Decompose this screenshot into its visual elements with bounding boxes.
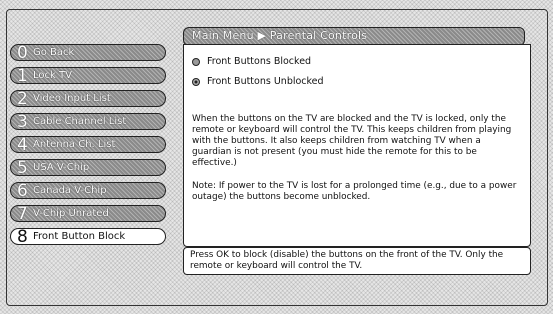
radio-selected-icon (192, 77, 200, 86)
help-panel: Press OK to block (disable) the buttons … (183, 247, 531, 275)
menu-item-number: 7 (17, 204, 28, 224)
menu-item-number: 5 (17, 158, 28, 178)
menu-item-label: Front Button Block (33, 231, 126, 242)
menu-item-video-input-list[interactable]: 2 Video Input List (10, 89, 166, 109)
menu-item-label: USA V-Chip (33, 162, 90, 173)
content-panel: Front Buttons Blocked Front Buttons Unbl… (183, 44, 531, 247)
option-label: Front Buttons Unblocked (207, 76, 324, 87)
menu-item-label: Antenna Ch. List (33, 139, 116, 150)
menu-item-number: 6 (17, 181, 28, 201)
description-text: When the buttons on the TV are blocked a… (192, 114, 512, 168)
menu-item-label: Canada V-Chip (33, 185, 107, 196)
option-front-buttons-unblocked[interactable]: Front Buttons Unblocked (192, 76, 324, 87)
note-text: Note: If power to the TV is lost for a p… (192, 181, 517, 202)
menu-item-number: 4 (17, 135, 28, 155)
menu-item-number: 3 (17, 112, 28, 132)
menu-item-lock-tv[interactable]: 1 Lock TV (10, 66, 166, 86)
menu-item-number: 8 (17, 227, 28, 247)
menu-item-go-back[interactable]: 0 Go Back (10, 43, 166, 63)
option-label: Front Buttons Blocked (207, 56, 312, 67)
help-text: Press OK to block (disable) the buttons … (190, 250, 504, 271)
menu-item-front-button-block[interactable]: 8 Front Button Block (10, 227, 166, 247)
menu-item-label: Lock TV (33, 70, 72, 81)
menu-item-number: 0 (17, 43, 28, 63)
menu-item-antenna-ch-list[interactable]: 4 Antenna Ch. List (10, 135, 166, 155)
menu-item-number: 2 (17, 89, 28, 109)
menu-item-cable-channel-list[interactable]: 3 Cable Channel List (10, 112, 166, 132)
option-front-buttons-blocked[interactable]: Front Buttons Blocked (192, 56, 311, 67)
menu-item-v-chip-unrated[interactable]: 7 V-Chip Unrated (10, 204, 166, 224)
menu-item-label: Video Input List (33, 93, 111, 104)
menu-item-label: Go Back (33, 47, 75, 58)
menu-item-label: V-Chip Unrated (33, 208, 109, 219)
menu-item-canada-v-chip[interactable]: 6 Canada V-Chip (10, 181, 166, 201)
radio-icon (192, 57, 200, 66)
menu-item-label: Cable Channel List (33, 116, 127, 127)
menu-item-usa-v-chip[interactable]: 5 USA V-Chip (10, 158, 166, 178)
breadcrumb: Main Menu ▶ Parental Controls (192, 29, 368, 42)
menu-item-number: 1 (17, 66, 28, 86)
